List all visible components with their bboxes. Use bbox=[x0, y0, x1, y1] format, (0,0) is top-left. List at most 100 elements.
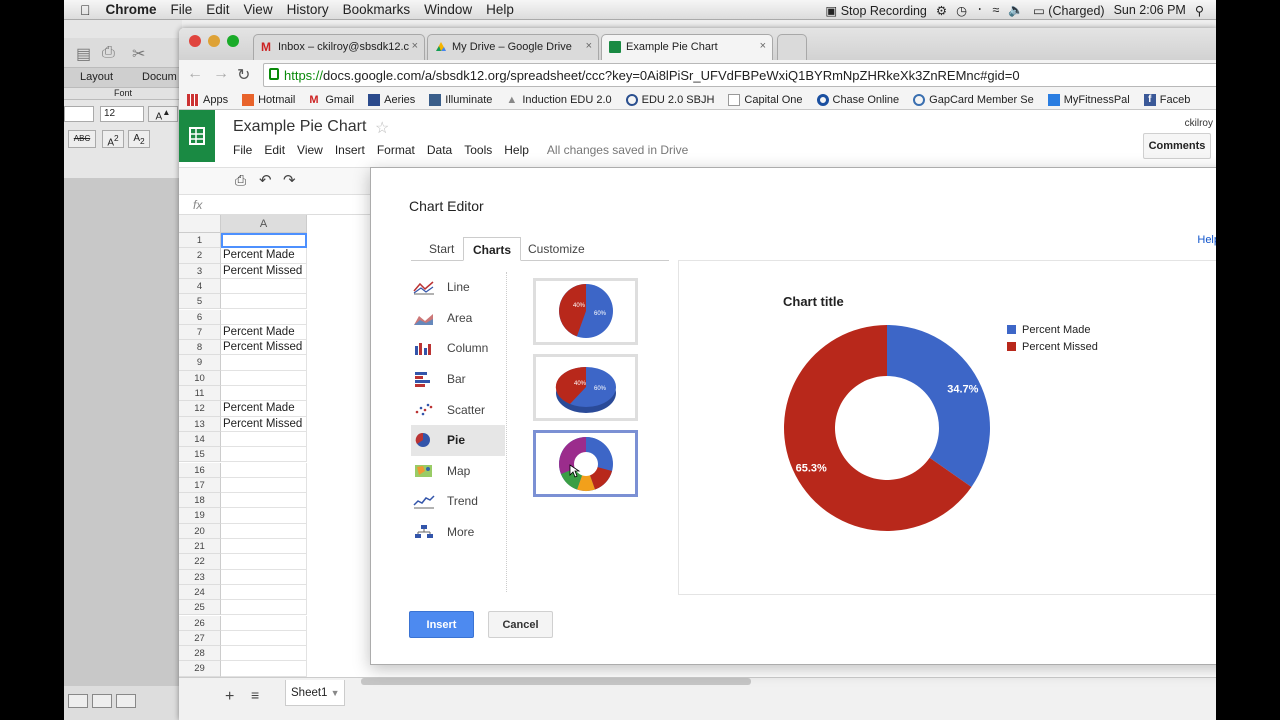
sheet-list-icon[interactable]: ≡ bbox=[251, 687, 259, 703]
menubar-view[interactable]: View bbox=[237, 2, 280, 17]
new-tab-button[interactable] bbox=[777, 34, 807, 60]
sheet-tab-sheet1[interactable]: Sheet1 ▼ bbox=[285, 680, 345, 706]
layout-view-icon[interactable] bbox=[116, 694, 136, 708]
menubar-window[interactable]: Window bbox=[417, 2, 479, 17]
row-header[interactable]: 14 bbox=[179, 431, 221, 448]
chart-type-pie[interactable]: Pie bbox=[411, 424, 505, 456]
row-header[interactable]: 29 bbox=[179, 661, 221, 677]
cell-a2[interactable]: Percent Made bbox=[221, 248, 307, 264]
bookmark-gmail[interactable]: M Gmail bbox=[309, 94, 354, 106]
tab-example-pie-chart[interactable]: Example Pie Chart × bbox=[601, 34, 773, 60]
docs-menu-format[interactable]: Format bbox=[377, 143, 415, 157]
column-header-a[interactable]: A bbox=[221, 215, 307, 233]
cell-a15[interactable] bbox=[221, 447, 307, 463]
chart-type-bar[interactable]: Bar bbox=[411, 364, 505, 395]
row-header[interactable]: 10 bbox=[179, 370, 221, 386]
cell-a17[interactable] bbox=[221, 477, 307, 494]
zoom-window-button[interactable] bbox=[227, 35, 239, 47]
row-header[interactable]: 24 bbox=[179, 584, 221, 601]
cell-a27[interactable] bbox=[221, 630, 307, 647]
add-sheet-icon[interactable]: + bbox=[225, 688, 234, 706]
row-header[interactable]: 8 bbox=[179, 340, 221, 356]
chart-type-column[interactable]: Column bbox=[411, 333, 505, 364]
word-tab-document[interactable]: Docum bbox=[142, 71, 177, 83]
row-header[interactable]: 25 bbox=[179, 600, 221, 616]
row-header[interactable]: 23 bbox=[179, 569, 221, 585]
row-header[interactable]: 28 bbox=[179, 646, 221, 662]
clock[interactable]: Sun 2:06 PM bbox=[1114, 3, 1186, 17]
account-name[interactable]: ckilroy bbox=[1185, 118, 1213, 129]
row-header[interactable]: 26 bbox=[179, 615, 221, 631]
bookmark-capital-one[interactable]: Capital One bbox=[728, 93, 803, 106]
docs-menu-data[interactable]: Data bbox=[427, 143, 452, 157]
bookmark-facebook[interactable]: f Faceb bbox=[1143, 93, 1190, 106]
cell-a12[interactable]: Percent Made bbox=[221, 401, 307, 417]
menubar-edit[interactable]: Edit bbox=[199, 2, 236, 17]
row-header[interactable]: 3 bbox=[179, 263, 221, 279]
tab-google-drive[interactable]: My Drive – Google Drive × bbox=[427, 34, 599, 60]
slice-percent-made[interactable] bbox=[887, 325, 990, 487]
normal-view-icon[interactable] bbox=[68, 694, 88, 708]
cut-icon[interactable]: ✂ bbox=[132, 44, 145, 64]
row-header[interactable]: 9 bbox=[179, 355, 221, 371]
pie-variant-2d[interactable]: 40% 60% bbox=[533, 278, 638, 345]
forward-icon[interactable]: → bbox=[213, 65, 229, 83]
font-size-select[interactable]: 12 bbox=[100, 106, 144, 122]
bluetooth-icon[interactable]: ᛫ bbox=[976, 3, 984, 17]
cell-a23[interactable] bbox=[221, 569, 307, 585]
cell-a4[interactable] bbox=[221, 278, 307, 295]
bookmark-gapcard[interactable]: GapCard Member Se bbox=[913, 93, 1034, 106]
chart-type-area[interactable]: Area bbox=[411, 303, 505, 334]
pie-variant-3d[interactable]: 40% 60% bbox=[533, 354, 638, 421]
document-title[interactable]: Example Pie Chart bbox=[233, 118, 366, 136]
grow-font-button[interactable]: A▲ bbox=[148, 106, 178, 122]
cell-a10[interactable] bbox=[221, 370, 307, 386]
spotlight-icon[interactable]: ⚲ bbox=[1195, 3, 1204, 18]
time-machine-icon[interactable]: ◷ bbox=[956, 3, 967, 18]
tab-customize[interactable]: Customize bbox=[528, 237, 585, 261]
row-header[interactable]: 19 bbox=[179, 508, 221, 524]
tab-start[interactable]: Start bbox=[429, 237, 454, 261]
docs-menu-tools[interactable]: Tools bbox=[464, 143, 492, 157]
cell-a21[interactable] bbox=[221, 539, 307, 555]
cell-a26[interactable] bbox=[221, 615, 307, 631]
cell-a18[interactable] bbox=[221, 493, 307, 509]
row-header[interactable]: 17 bbox=[179, 477, 221, 494]
bookmark-illuminate[interactable]: Illuminate bbox=[429, 93, 492, 106]
chart-type-trend[interactable]: Trend bbox=[411, 486, 505, 517]
menubar-file[interactable]: File bbox=[164, 2, 200, 17]
superscript-button[interactable]: A2 bbox=[102, 130, 124, 148]
cell-a22[interactable] bbox=[221, 554, 307, 570]
row-header[interactable]: 16 bbox=[179, 462, 221, 478]
row-header[interactable]: 2 bbox=[179, 248, 221, 264]
address-bar[interactable]: https://docs.google.com/a/sbsdk12.org/sp… bbox=[263, 63, 1216, 87]
cell-a9[interactable] bbox=[221, 355, 307, 371]
row-header[interactable]: 7 bbox=[179, 324, 221, 341]
cell-a7[interactable]: Percent Made bbox=[221, 324, 307, 341]
save-status[interactable]: All changes saved in Drive bbox=[547, 143, 688, 157]
bookmark-chase[interactable]: Chase Online bbox=[816, 93, 899, 106]
stop-recording[interactable]: ▣ Stop Recording bbox=[825, 3, 926, 18]
cell-a29[interactable] bbox=[221, 661, 307, 677]
docs-menu-help[interactable]: Help bbox=[504, 143, 529, 157]
word-tab-layout[interactable]: Layout bbox=[80, 71, 113, 83]
chart-type-more[interactable]: More bbox=[411, 517, 505, 548]
pie-variant-donut[interactable] bbox=[533, 430, 638, 497]
cell-a20[interactable] bbox=[221, 523, 307, 539]
row-header[interactable]: 13 bbox=[179, 416, 221, 432]
undo-icon[interactable]: ↶ bbox=[259, 171, 272, 189]
strikethrough-button[interactable]: ABC bbox=[68, 130, 96, 148]
chart-type-line[interactable]: Line bbox=[411, 272, 505, 303]
row-header[interactable]: 5 bbox=[179, 294, 221, 310]
cell-a16[interactable] bbox=[221, 462, 307, 478]
docs-menu-view[interactable]: View bbox=[297, 143, 323, 157]
close-window-button[interactable] bbox=[189, 35, 201, 47]
row-header[interactable]: 20 bbox=[179, 523, 221, 539]
insert-button[interactable]: Insert bbox=[409, 611, 474, 638]
reload-icon[interactable]: ↻ bbox=[237, 65, 250, 85]
cancel-button[interactable]: Cancel bbox=[488, 611, 553, 638]
cell-a13[interactable]: Percent Missed bbox=[221, 416, 307, 432]
close-tab-icon[interactable]: × bbox=[586, 40, 592, 52]
help-link[interactable]: Help bbox=[1197, 234, 1216, 246]
bookmark-apps[interactable]: Apps bbox=[187, 93, 228, 106]
